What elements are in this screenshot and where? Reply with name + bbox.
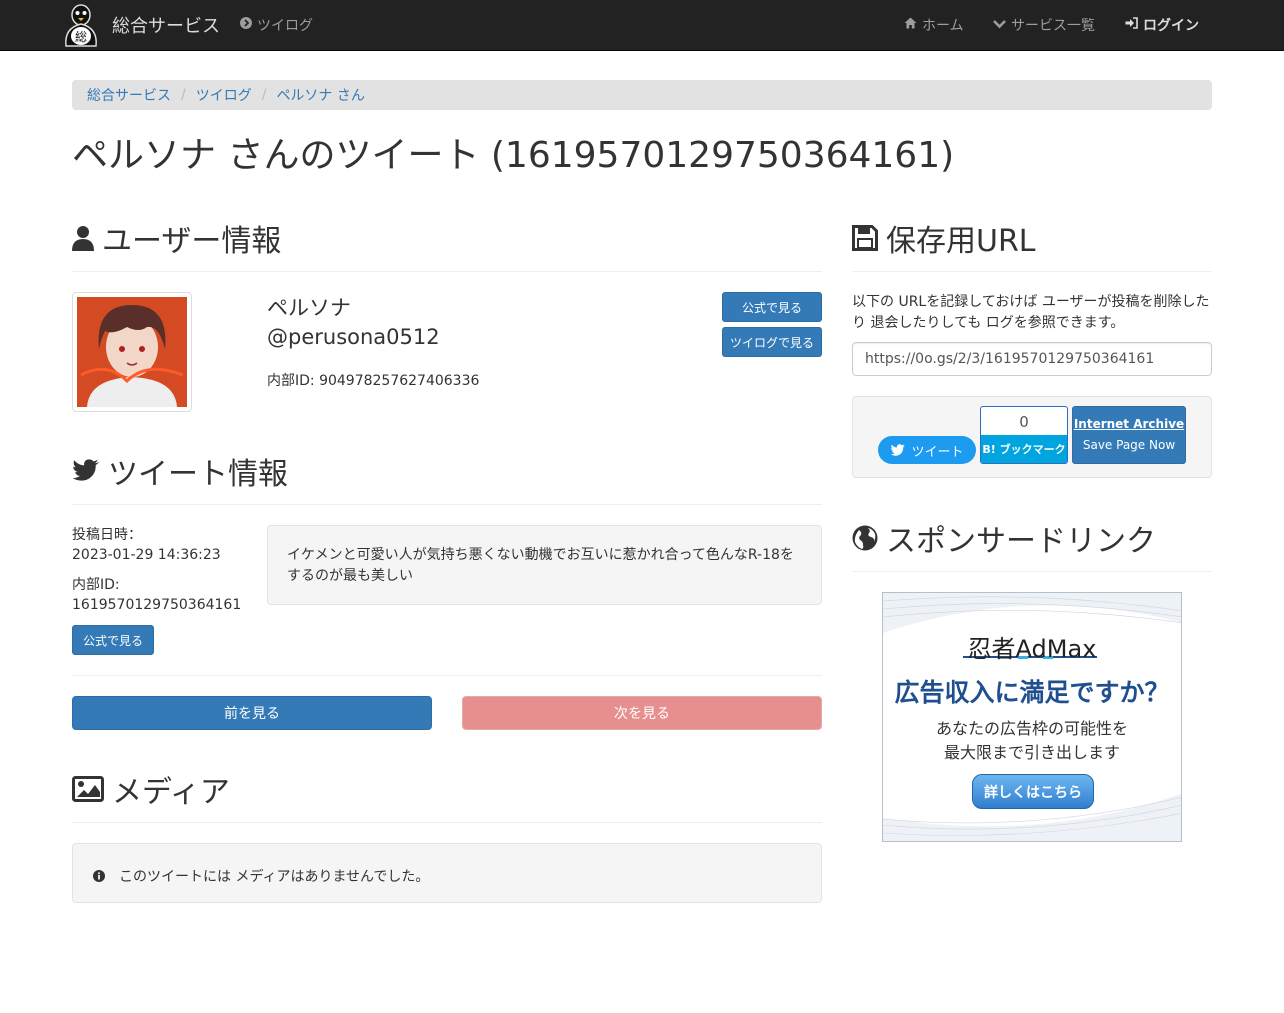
breadcrumb-item-twilog[interactable]: ツイログ bbox=[196, 85, 252, 105]
hatena-bookmark-button[interactable]: 0 B! ブックマーク bbox=[980, 406, 1068, 464]
next-tweet-button[interactable]: 次を見る bbox=[462, 696, 822, 730]
save-url-heading: 保存用URL bbox=[852, 216, 1036, 260]
sponsor-heading-text: スポンサードリンク bbox=[886, 524, 1156, 559]
ad-subtext: あなたの広告枠の可能性を 最大限まで引き出します bbox=[883, 717, 1181, 765]
hatena-bookmark-label: B! ブックマーク bbox=[981, 435, 1067, 463]
user-twilog-button[interactable]: ツイログで見る bbox=[722, 327, 822, 357]
divider bbox=[72, 822, 822, 823]
user-info-heading-text: ユーザー情報 bbox=[102, 224, 282, 259]
no-media-row: このツイートには メディアはありませんでした。 bbox=[93, 866, 429, 886]
tweet-info-heading-text: ツイート情報 bbox=[108, 457, 288, 492]
image-icon bbox=[72, 776, 104, 802]
user-info-heading: ユーザー情報 bbox=[72, 216, 281, 260]
tweet-share-button[interactable]: ツイート bbox=[878, 436, 976, 464]
twitter-icon bbox=[72, 459, 100, 483]
brand-name: 総合サービス bbox=[112, 16, 220, 37]
no-media-notice: このツイートには メディアはありませんでした。 bbox=[72, 843, 822, 903]
breadcrumb-item-home[interactable]: 総合サービス bbox=[87, 85, 171, 105]
divider bbox=[72, 675, 822, 676]
sponsor-ad-banner[interactable]: 忍者AdMax 広告収入に満足ですか？ あなたの広告枠の可能性を 最大限まで引き… bbox=[882, 592, 1182, 842]
nav-twilog[interactable]: ツイログ bbox=[240, 0, 313, 50]
svg-text:総: 総 bbox=[75, 30, 87, 44]
breadcrumb-separator: / bbox=[261, 87, 267, 103]
user-avatar bbox=[72, 292, 192, 412]
info-circle-icon bbox=[93, 870, 105, 882]
tweet-id-value: 1619570129750364161 bbox=[72, 597, 242, 613]
nav-home-label: ホーム bbox=[922, 18, 964, 34]
sign-in-icon bbox=[1125, 17, 1138, 33]
tweet-posted-label: 投稿日時： bbox=[72, 527, 142, 543]
nav-twilog-label: ツイログ bbox=[257, 18, 313, 34]
tweet-id-label: 内部ID: bbox=[72, 577, 120, 593]
divider bbox=[72, 271, 822, 272]
internet-archive-sub: Save Page Now bbox=[1082, 438, 1176, 452]
nav-services-label: サービス一覧 bbox=[1011, 18, 1095, 34]
media-heading: メディア bbox=[72, 767, 230, 811]
globe-icon bbox=[852, 525, 878, 551]
no-media-message: このツイートには メディアはありませんでした。 bbox=[119, 869, 430, 885]
hatena-bookmark-count: 0 bbox=[1019, 413, 1029, 431]
user-name-block: ペルソナ @perusona0512 bbox=[267, 294, 440, 352]
tweet-posted-value: 2023-01-29 14:36:23 bbox=[72, 547, 221, 563]
home-icon bbox=[904, 17, 917, 33]
ad-cta-button[interactable]: 詳しくはこちら bbox=[972, 774, 1094, 809]
page-title: ペルソナ さんのツイート (1619570129750364161) bbox=[72, 135, 955, 176]
divider bbox=[852, 571, 1212, 572]
ad-headline: 広告収入に満足ですか？ bbox=[894, 678, 1170, 707]
user-handle: @perusona0512 bbox=[267, 325, 440, 349]
divider bbox=[852, 271, 1212, 272]
breadcrumb: 総合サービス / ツイログ / ペルソナ さん bbox=[72, 80, 1212, 110]
ad-subtext-line1: あなたの広告枠の可能性を bbox=[935, 719, 1128, 738]
floppy-disk-icon bbox=[852, 225, 878, 251]
prev-tweet-button[interactable]: 前を見る bbox=[72, 696, 432, 730]
tweet-text-box: イケメンと可愛い人が気持ち悪くない動機でお互いに惹かれ合って色んなR-18をする… bbox=[267, 525, 822, 605]
ad-subtext-line2: 最大限まで引き出します bbox=[943, 743, 1120, 762]
penguin-logo-icon: 総 bbox=[60, 2, 102, 48]
media-heading-text: メディア bbox=[112, 775, 230, 810]
nav-home[interactable]: ホーム bbox=[904, 0, 964, 50]
tweet-official-button[interactable]: 公式で見る bbox=[72, 625, 154, 655]
chevron-circle-right-icon bbox=[240, 17, 252, 33]
save-url-heading-text: 保存用URL bbox=[886, 224, 1036, 259]
save-url-input[interactable] bbox=[852, 342, 1212, 376]
tweet-share-label: ツイート bbox=[911, 444, 964, 460]
twitter-bird-icon bbox=[890, 443, 906, 457]
ad-brand: 忍者AdMax bbox=[967, 635, 1097, 663]
tweet-info-heading: ツイート情報 bbox=[72, 449, 288, 493]
internet-archive-button[interactable]: Internet Archive Save Page Now bbox=[1072, 406, 1186, 464]
brand-link[interactable]: 総 総合サービス bbox=[60, 0, 220, 50]
tweet-text: イケメンと可愛い人が気持ち悪くない動機でお互いに惹かれ合って色んなR-18をする… bbox=[287, 547, 794, 584]
nav-login[interactable]: ログイン bbox=[1125, 0, 1199, 50]
nav-services-dropdown[interactable]: サービス一覧 bbox=[993, 0, 1095, 50]
breadcrumb-item-user[interactable]: ペルソナ さん bbox=[276, 85, 364, 105]
divider bbox=[72, 504, 822, 505]
user-internal-id: 内部ID: 904978257627406336 bbox=[267, 373, 480, 389]
user-official-button[interactable]: 公式で見る bbox=[722, 292, 822, 322]
user-icon bbox=[72, 225, 94, 251]
sponsor-heading: スポンサードリンク bbox=[852, 516, 1156, 560]
chevron-down-icon bbox=[993, 18, 1006, 33]
nav-login-label: ログイン bbox=[1143, 18, 1199, 34]
breadcrumb-separator: / bbox=[181, 87, 186, 103]
user-display-name: ペルソナ bbox=[267, 296, 351, 320]
internet-archive-title: Internet Archive bbox=[1073, 417, 1185, 431]
save-url-description: 以下の URLを記録しておけば ユーザーが投稿を削除したり 退会したりしても ロ… bbox=[852, 294, 1210, 331]
top-navbar: 総 総合サービス ツイログ ホーム サービス一覧 ログイン bbox=[0, 0, 1284, 51]
